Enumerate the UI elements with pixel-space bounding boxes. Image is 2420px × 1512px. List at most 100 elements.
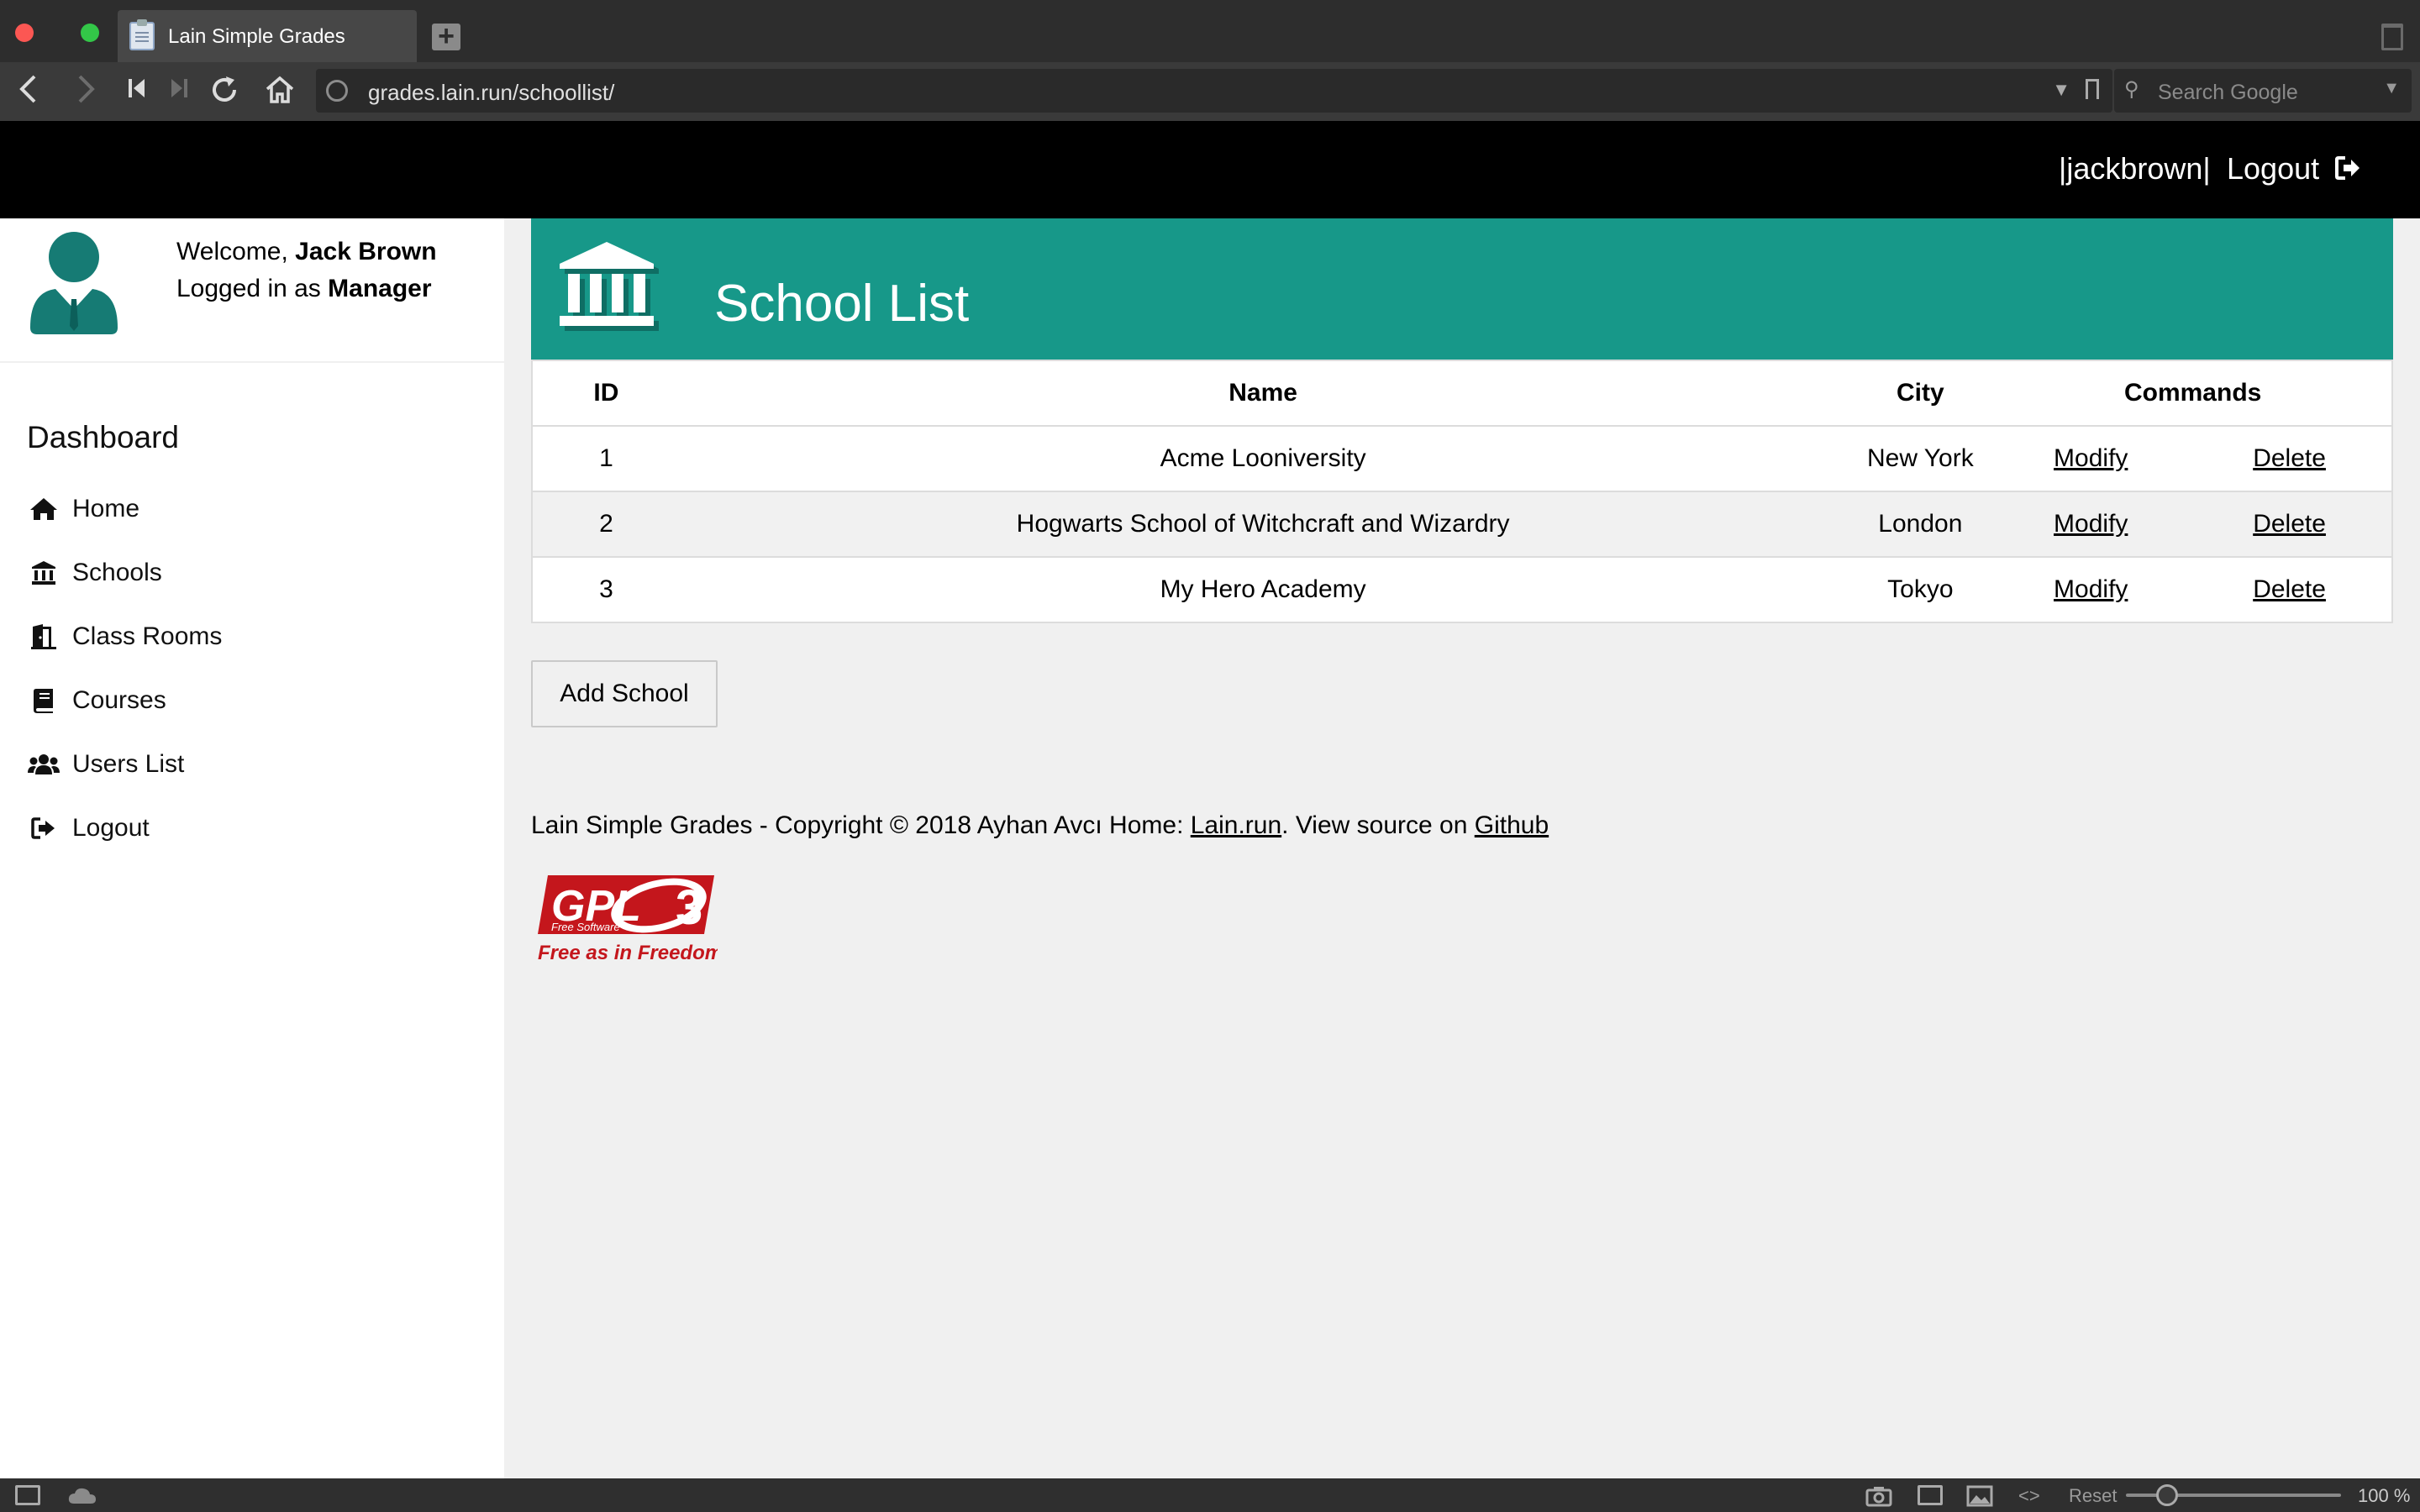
gpl-free-software-text: Free Software [551, 921, 620, 933]
cell-city: London [1846, 491, 1995, 558]
code-icon[interactable]: <> [2018, 1485, 2040, 1507]
image-icon[interactable] [1966, 1485, 1993, 1507]
top-logout-link[interactable]: Logout [2227, 151, 2319, 186]
sidebar-item-users-list[interactable]: Users List [27, 732, 222, 796]
sidebar-item-label: Courses [72, 686, 166, 714]
forward-button[interactable] [69, 74, 103, 108]
sidebar-item-schools[interactable]: Schools [27, 541, 222, 605]
cell-name: My Hero Academy [679, 557, 1847, 623]
home-icon [266, 76, 294, 103]
gpl-version-text: 3 [676, 880, 702, 935]
table-row: 3 My Hero Academy Tokyo Modify Delete [532, 557, 2392, 623]
home-button[interactable] [262, 74, 297, 108]
sidebar-menu: Home Schools Class Rooms Courses Users L… [27, 477, 222, 860]
panel-toggle-icon[interactable] [15, 1485, 40, 1505]
footer-text: Lain Simple Grades - Copyright © 2018 Ay… [531, 811, 1549, 840]
new-tab-button[interactable]: + [432, 22, 460, 50]
welcome-prefix: Welcome, [176, 238, 296, 265]
search-bar[interactable]: ⚲ Search Google ▼ [2114, 69, 2412, 113]
cell-id: 1 [532, 426, 680, 492]
address-bar[interactable]: grades.lain.run/schoollist/ ▼ [316, 69, 2112, 113]
skip-back-icon [129, 79, 145, 97]
browser-nav-bar: grades.lain.run/schoollist/ ▼ ⚲ Search G… [0, 62, 2420, 121]
sidebar-item-label: Schools [72, 559, 162, 586]
user-full-name: Jack Brown [295, 238, 437, 265]
modify-link[interactable]: Modify [2054, 510, 2128, 538]
cell-city: Tokyo [1846, 557, 1995, 623]
home-link[interactable]: Lain.run [1191, 811, 1281, 839]
search-placeholder[interactable]: Search Google [2158, 81, 2298, 105]
sign-out-icon [27, 814, 60, 843]
camera-icon[interactable] [1865, 1485, 1892, 1507]
welcome-text: Welcome, Jack Brown Logged in as Manager [176, 234, 437, 307]
users-icon [27, 750, 60, 779]
column-header-city: City [1846, 360, 1995, 427]
github-link[interactable]: Github [1475, 811, 1549, 839]
browser-tab[interactable]: Lain Simple Grades [118, 10, 417, 62]
column-header-name: Name [679, 360, 1847, 427]
zoom-slider-handle[interactable] [2156, 1484, 2178, 1506]
sidebar-item-label: Class Rooms [72, 622, 223, 650]
sidebar-item-logout[interactable]: Logout [27, 796, 222, 860]
cloud-icon[interactable] [67, 1487, 97, 1505]
school-table: ID Name City Commands 1 Acme Looniversit… [531, 360, 2393, 623]
delete-link[interactable]: Delete [2253, 510, 2326, 538]
gpl-badge[interactable]: GPL 3 Free Software Free as in Freedom [534, 869, 718, 966]
table-row: 2 Hogwarts School of Witchcraft and Wiza… [532, 491, 2392, 558]
rewind-button[interactable] [123, 74, 151, 108]
tab-title: Lain Simple Grades [168, 25, 345, 48]
bank-icon [560, 242, 659, 331]
column-header-id: ID [532, 360, 680, 427]
bank-icon [27, 559, 60, 587]
trash-icon[interactable] [2381, 24, 2403, 50]
username-link[interactable]: |jackbrown| [2059, 151, 2211, 186]
cell-id: 2 [532, 491, 680, 558]
page-header: School List [531, 218, 2393, 360]
sidebar-item-label: Logout [72, 814, 150, 842]
chevron-right-icon [78, 75, 95, 103]
sidebar-item-courses[interactable]: Courses [27, 669, 222, 732]
page-title: School List [714, 275, 970, 333]
sidebar: Welcome, Jack Brown Logged in as Manager… [0, 218, 504, 1478]
reload-button[interactable] [207, 74, 242, 108]
cell-id: 3 [532, 557, 680, 623]
home-icon [27, 495, 60, 523]
sign-out-icon[interactable] [2334, 155, 2361, 181]
book-icon [27, 686, 60, 715]
zoom-reset-button[interactable]: Reset [2069, 1485, 2117, 1507]
zoom-level: 100 % [2358, 1485, 2411, 1506]
logged-prefix: Logged in as [176, 275, 329, 302]
url-text[interactable]: grades.lain.run/schoollist/ [368, 80, 614, 106]
modify-link[interactable]: Modify [2054, 575, 2128, 603]
delete-link[interactable]: Delete [2253, 444, 2326, 472]
bookmark-icon[interactable] [2086, 79, 2099, 99]
modify-link[interactable]: Modify [2054, 444, 2128, 472]
table-header-row: ID Name City Commands [532, 360, 2392, 427]
cell-name: Hogwarts School of Witchcraft and Wizard… [679, 491, 1847, 558]
fast-forward-button[interactable] [165, 74, 193, 108]
sidebar-item-class-rooms[interactable]: Class Rooms [27, 605, 222, 669]
cell-name: Acme Looniversity [679, 426, 1847, 492]
close-window-button[interactable] [15, 24, 34, 42]
user-role: Manager [328, 275, 432, 302]
add-school-button[interactable]: Add School [531, 660, 718, 727]
gpl-tagline: Free as in Freedom [538, 942, 718, 964]
sidebar-item-label: Users List [72, 750, 185, 778]
sidebar-item-home[interactable]: Home [27, 477, 222, 541]
window-icon[interactable] [1918, 1485, 1943, 1505]
back-button[interactable] [12, 74, 45, 108]
chevron-left-icon [19, 75, 36, 103]
browser-status-bar: <> Reset 100 % [0, 1478, 2420, 1512]
delete-link[interactable]: Delete [2253, 575, 2326, 603]
dashboard-heading: Dashboard [27, 420, 180, 454]
search-engine-dropdown-icon[interactable]: ▼ [2383, 79, 2400, 98]
maximize-window-button[interactable] [81, 24, 99, 42]
clipboard-icon [129, 19, 155, 50]
web-page: |jackbrown| Logout Welcome, Jack Brown L… [0, 121, 2420, 1478]
search-icon: ⚲ [2124, 78, 2139, 101]
reload-icon [213, 76, 236, 102]
chevron-down-icon[interactable]: ▼ [2052, 79, 2070, 101]
column-header-commands: Commands [1994, 360, 2392, 427]
footer-middle-text: . View source on [1281, 811, 1475, 839]
browser-tab-bar: Lain Simple Grades + [0, 0, 2420, 62]
